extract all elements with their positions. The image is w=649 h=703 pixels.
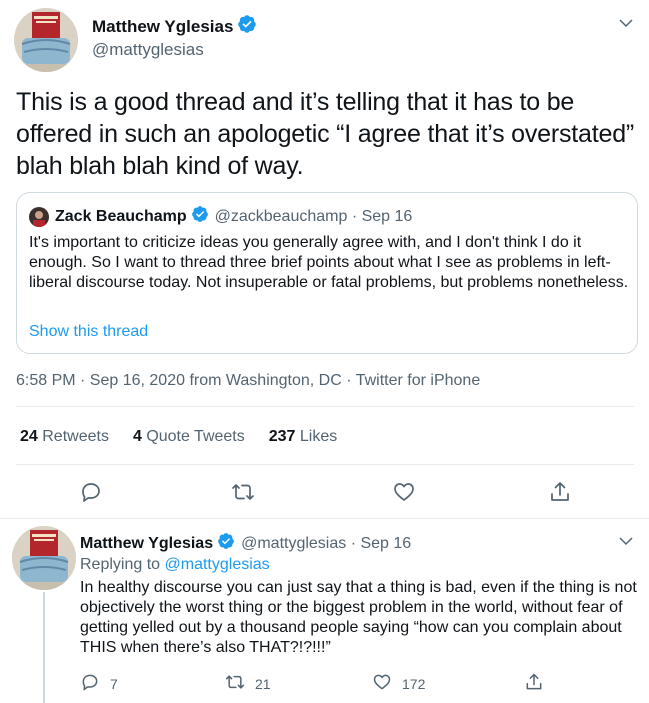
verified-badge-icon — [237, 14, 257, 39]
divider — [16, 406, 634, 407]
retweet-icon[interactable] — [231, 480, 255, 504]
tweet-actions — [0, 480, 649, 504]
reply-author-name[interactable]: Matthew Yglesias — [80, 535, 213, 553]
reply-like-action[interactable]: 172 — [372, 672, 425, 695]
quotes-count: 4 — [132, 428, 142, 445]
retweet-icon[interactable] — [225, 672, 245, 695]
reply-icon[interactable] — [80, 672, 100, 695]
tweet-stats: 24 Retweets 4 Quote Tweets 237 Likes — [20, 428, 337, 446]
author-name[interactable]: Matthew Yglesias — [92, 14, 257, 39]
reply-icon[interactable] — [79, 480, 103, 504]
reply-share-action[interactable] — [524, 672, 544, 695]
share-icon[interactable] — [524, 672, 544, 695]
likes-label: Likes — [299, 428, 338, 445]
retweets-count: 24 — [20, 428, 38, 445]
likes-stat[interactable]: 237 Likes — [269, 428, 338, 446]
quoted-author-name: Zack Beauchamp — [55, 207, 187, 225]
author-name-text[interactable]: Matthew Yglesias — [92, 17, 233, 37]
quoted-tweet-header: Zack Beauchamp @zackbeauchamp · Sep 16 — [29, 205, 412, 228]
thread-line — [43, 592, 45, 703]
reply-reply-action[interactable]: 7 — [80, 672, 118, 695]
author-handle[interactable]: @mattyglesias — [92, 40, 204, 60]
replying-to: Replying to @mattyglesias — [80, 556, 270, 574]
avatar[interactable] — [14, 8, 78, 72]
heart-icon[interactable] — [372, 672, 392, 695]
divider — [0, 518, 649, 519]
reply-count: 7 — [110, 675, 118, 692]
quotes-label: Quote Tweets — [146, 428, 245, 445]
share-icon[interactable] — [548, 480, 572, 504]
retweets-stat[interactable]: 24 Retweets — [20, 428, 109, 446]
tweet-meta: 6:58 PM · Sep 16, 2020 from Washington, … — [16, 372, 481, 389]
heart-icon[interactable] — [392, 480, 416, 504]
chevron-down-icon[interactable] — [617, 14, 635, 37]
chevron-down-icon[interactable] — [617, 532, 635, 555]
verified-badge-icon — [217, 532, 235, 555]
verified-badge-icon — [191, 205, 209, 228]
quoted-author-handle: @zackbeauchamp · Sep 16 — [214, 207, 413, 225]
tweet-text: This is a good thread and it’s telling t… — [16, 88, 635, 180]
reply-actions: 7 21 172 — [80, 672, 640, 694]
show-thread-link[interactable]: Show this thread — [29, 323, 148, 341]
quoted-avatar — [29, 206, 49, 227]
reply-retweet-action[interactable]: 21 — [225, 672, 271, 695]
quoted-tweet[interactable]: Zack Beauchamp @zackbeauchamp · Sep 16 I… — [16, 192, 638, 354]
replying-prefix: Replying to — [80, 556, 161, 573]
quotes-stat[interactable]: 4 Quote Tweets — [133, 428, 245, 446]
replying-to-link[interactable]: @mattyglesias — [165, 556, 270, 573]
divider — [16, 464, 634, 465]
retweets-label: Retweets — [42, 428, 109, 445]
reply-text: In healthy discourse you can just say th… — [80, 579, 637, 656]
like-count: 172 — [402, 675, 426, 692]
reply-avatar[interactable] — [12, 526, 76, 590]
retweet-count: 21 — [255, 675, 271, 692]
reply-author-handle[interactable]: @mattyglesias · Sep 16 — [241, 535, 411, 553]
reply-header: Matthew Yglesias @mattyglesias · Sep 16 — [80, 532, 411, 555]
likes-count: 237 — [268, 428, 296, 445]
quoted-tweet-text: It's important to criticize ideas you ge… — [29, 234, 629, 291]
